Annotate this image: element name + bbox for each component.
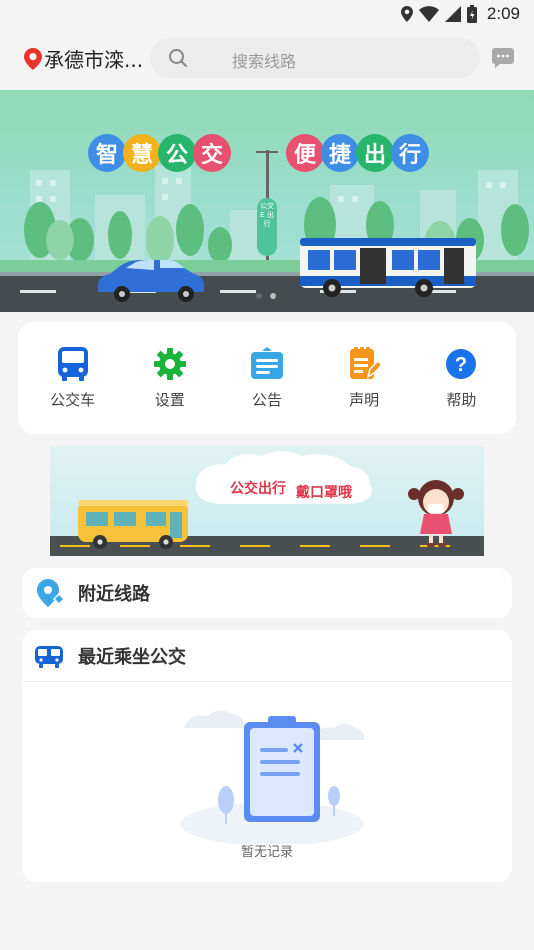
menu-label-notice: 公告 bbox=[251, 390, 282, 409]
carousel-dot bbox=[270, 293, 276, 299]
slogan-char: 智 bbox=[88, 134, 126, 172]
bus-stop-sign-text: 公交 E 出行 bbox=[260, 202, 274, 228]
menu-label-bus: 公交车 bbox=[50, 390, 96, 409]
recent-title: 最近乘坐公交 bbox=[78, 646, 186, 668]
menu-label-statement: 声明 bbox=[349, 390, 380, 409]
slogan-char: 出 bbox=[356, 134, 394, 172]
quick-menu: 公交车 设置 公告 声明 ? 帮助 bbox=[18, 322, 516, 434]
hero-banner[interactable]: 智 慧 公 交 便 捷 出 行 公交 E 出行 bbox=[0, 90, 534, 312]
slogan-char: 慧 bbox=[123, 134, 161, 172]
help-icon: ? bbox=[446, 348, 477, 379]
menu-item-bus[interactable]: 公交车 bbox=[33, 346, 113, 410]
promo-text-a: 公交出行 bbox=[230, 481, 286, 497]
menu-label-help: 帮助 bbox=[446, 390, 477, 409]
status-bar: 2:09 bbox=[0, 0, 534, 28]
message-icon[interactable] bbox=[492, 48, 514, 68]
menu-label-settings: 设置 bbox=[154, 390, 185, 409]
menu-item-statement[interactable]: 声明 bbox=[324, 346, 404, 410]
city-name: 承德市滦... bbox=[44, 48, 144, 72]
location-status-icon bbox=[400, 6, 413, 22]
slogan-right: 便 捷 出 行 bbox=[286, 134, 429, 172]
status-time: 2:09 bbox=[486, 4, 520, 23]
recent-header[interactable]: 最近乘坐公交 bbox=[22, 630, 512, 682]
recent-bus-card: 最近乘坐公交 暂无记录 bbox=[22, 630, 512, 882]
svg-text:?: ? bbox=[455, 354, 467, 376]
promo-illustration bbox=[50, 451, 484, 556]
menu-item-settings[interactable]: 设置 bbox=[130, 347, 210, 410]
carousel-indicator bbox=[256, 293, 276, 299]
top-bar: 承德市滦... 搜索线路 bbox=[0, 36, 534, 80]
nearby-lines-card[interactable]: 附近线路 bbox=[22, 568, 512, 618]
city-selector[interactable]: 承德市滦... bbox=[24, 44, 143, 73]
slogan-char: 交 bbox=[193, 134, 231, 172]
nearby-title: 附近线路 bbox=[78, 584, 150, 605]
bus-icon bbox=[57, 346, 88, 381]
promo-text-b: 戴口罩哦 bbox=[296, 485, 352, 501]
gear-icon bbox=[153, 347, 186, 380]
search-icon bbox=[169, 49, 187, 67]
wifi-icon bbox=[418, 6, 439, 22]
bus-front-icon bbox=[35, 645, 63, 668]
menu-item-help[interactable]: ? 帮助 bbox=[421, 347, 501, 410]
slogan-char: 公 bbox=[158, 134, 196, 172]
location-pin-icon bbox=[24, 47, 42, 70]
empty-state-illustration bbox=[180, 710, 365, 844]
menu-item-notice[interactable]: 公告 bbox=[227, 346, 307, 410]
empty-state-text: 暂无记录 bbox=[240, 845, 293, 860]
city-illustration bbox=[0, 150, 534, 312]
slogan-char: 行 bbox=[391, 134, 429, 172]
signal-icon bbox=[444, 6, 461, 22]
nearby-location-icon bbox=[37, 579, 64, 607]
battery-icon bbox=[466, 5, 477, 23]
notice-icon bbox=[250, 346, 283, 379]
slogan-left: 智 慧 公 交 bbox=[88, 134, 231, 172]
search-placeholder: 搜索线路 bbox=[232, 52, 297, 71]
slogan-char: 便 bbox=[286, 134, 324, 172]
promo-banner[interactable]: 公交出行 戴口罩哦 bbox=[50, 446, 484, 556]
statement-icon bbox=[350, 346, 381, 379]
slogan-char: 捷 bbox=[321, 134, 359, 172]
search-input[interactable]: 搜索线路 bbox=[150, 38, 480, 78]
carousel-dot-active bbox=[256, 293, 262, 299]
